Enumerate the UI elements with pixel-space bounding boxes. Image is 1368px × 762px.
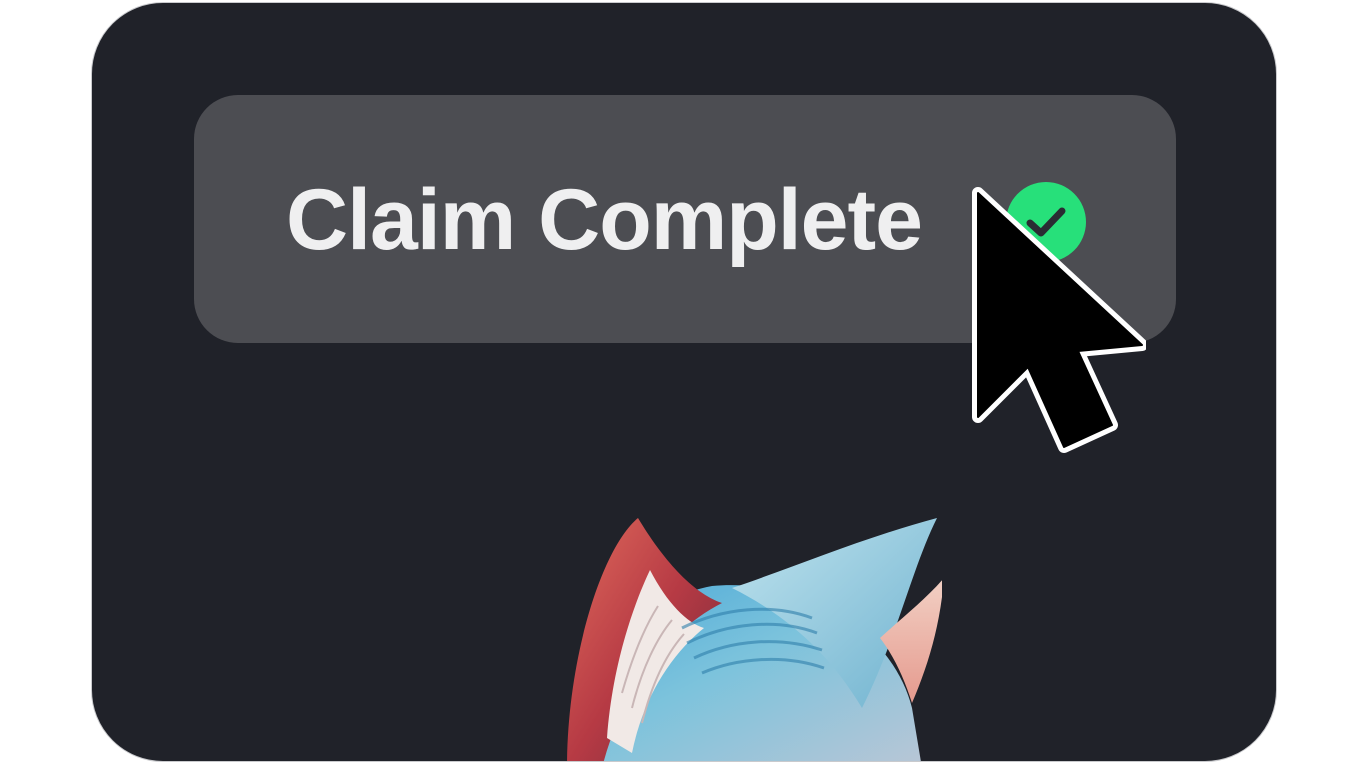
- claim-status-label: Claim Complete: [286, 172, 923, 268]
- cat-nft-image: [567, 518, 942, 761]
- mouse-cursor-icon: [972, 187, 1146, 453]
